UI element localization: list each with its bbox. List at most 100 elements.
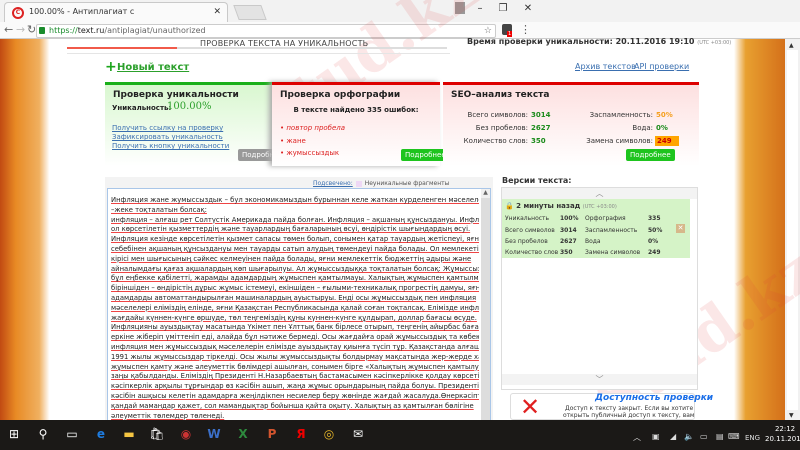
chrome-icon[interactable]: ◎	[320, 427, 338, 441]
bookmark-star-icon[interactable]: ☆	[484, 25, 492, 37]
text-line: инфляция мен жұмыссыздық мәселелерін елі…	[111, 342, 479, 351]
word-icon[interactable]: W	[205, 427, 223, 441]
get-link-link[interactable]: Получить ссылку на проверку	[112, 124, 223, 132]
text-line: адамдарды автоматтандырылған машиналарды…	[111, 293, 477, 302]
delete-version-icon[interactable]: ✕	[676, 224, 685, 233]
seo-more-button[interactable]: Подробнее	[626, 149, 675, 161]
text-line: бұл еңбекке қабілетті, жарамды адамдарды…	[111, 274, 479, 283]
spelling-panel: Проверка орфографии В тексте найдено 335…	[272, 82, 450, 166]
uniqueness-title: Проверка уникальности	[113, 90, 239, 100]
spelling-error[interactable]: • жане	[280, 137, 306, 145]
search-icon[interactable]: ⚲	[34, 427, 52, 441]
back-icon[interactable]: ←	[4, 22, 13, 38]
tray-app-icon[interactable]: ▣	[652, 432, 660, 441]
text-line: кірісі мен шығысының сәйкес келмеуінен п…	[111, 254, 472, 263]
volume-icon[interactable]: 🔈	[684, 432, 694, 441]
new-text-link[interactable]: Новый текст	[117, 62, 189, 73]
new-tab-button[interactable]	[233, 5, 267, 20]
keyboard-icon[interactable]: ⌨	[728, 432, 740, 441]
check-time: Время проверки уникальности: 20.11.2016 …	[467, 37, 731, 46]
versions-up-icon[interactable]: ︿	[502, 188, 697, 199]
powerpoint-icon[interactable]: P	[263, 427, 281, 441]
text-line: ол көрсетілетін қызметтердің және тауарл…	[111, 225, 471, 234]
text-line: Инфляция жане жумыссыздык – бул экономик…	[111, 196, 479, 204]
notifications-icon[interactable]: ▤	[716, 432, 724, 441]
spelling-title: Проверка орфографии	[280, 90, 401, 100]
scroll-down-icon[interactable]: ▼	[789, 412, 794, 419]
tab-title: 100.00% - Антиплагиат с	[29, 7, 135, 16]
text-scroll-up-icon[interactable]: ▲	[481, 189, 490, 198]
spelling-error[interactable]: • повтор пробела	[280, 124, 345, 132]
spelling-summary: В тексте найдено 335 ошибок:	[293, 106, 419, 114]
task-view-icon[interactable]: ▭	[63, 427, 81, 441]
store-icon[interactable]: 🛍	[148, 427, 166, 441]
reload-icon[interactable]: ↻	[27, 22, 36, 38]
v-uniq: 100%	[560, 215, 579, 222]
v-uniq-label: Уникальность	[505, 215, 550, 222]
site-favicon-icon: C	[12, 7, 24, 19]
network-icon[interactable]: ◢	[670, 432, 676, 441]
yandex-icon[interactable]: Я	[292, 427, 310, 441]
tray-chevron-icon[interactable]: ︿	[633, 432, 641, 443]
v-spam-label: Заспамленность	[585, 227, 638, 234]
v-spell-label: Орфография	[585, 215, 626, 222]
text-line: –жеке тоқталатын болсақ:	[111, 205, 207, 214]
seo-title: SEO–анализ текста	[451, 90, 550, 100]
explorer-icon[interactable]: ▬	[120, 427, 138, 441]
v-water-label: Вода	[585, 238, 601, 245]
seo-panel: SEO–анализ текста Всего символов: 3014 Б…	[443, 82, 699, 166]
v-spam: 50%	[648, 227, 663, 234]
battery-icon[interactable]: ▭	[700, 432, 708, 441]
legend-label: Неуникальные фрагменты	[364, 180, 450, 187]
tab-close-icon[interactable]: ✕	[213, 3, 221, 21]
close-window-button[interactable]: ✕	[518, 3, 538, 14]
archive-link[interactable]: Архив текстов	[575, 62, 636, 71]
menu-icon[interactable]: ⋮	[520, 22, 531, 38]
text-area[interactable]: Инфляция жане жумыссыздык – бул экономик…	[107, 188, 491, 428]
check-time-value: 20.11.2016 19:10	[615, 37, 695, 46]
app-icon[interactable]: ◉	[177, 427, 195, 441]
url-host: text.ru	[77, 26, 105, 35]
forward-icon[interactable]: →	[16, 22, 25, 38]
highlight-legend: Подсвечено: Неуникальные фрагменты	[313, 180, 449, 187]
seo-spam-label: Заспамленность:	[589, 111, 653, 119]
check-time-tz: (UTC +03:00)	[697, 40, 732, 46]
language-indicator[interactable]: ENG	[745, 434, 760, 442]
progress-fill	[67, 47, 178, 49]
lock-icon	[39, 27, 45, 34]
text-line: Инфляция кезінде көрсетілетін қызмет сап…	[111, 235, 479, 244]
fix-uniqueness-link[interactable]: Зафиксировать уникальность	[112, 133, 223, 141]
get-button-link[interactable]: Получить кнопку уникальности	[112, 142, 229, 150]
uniqueness-value: 100.00%	[167, 101, 212, 112]
browser-tab[interactable]: C 100.00% - Антиплагиат с ✕	[4, 2, 228, 22]
api-link[interactable]: API проверки	[634, 62, 689, 71]
edge-icon[interactable]: e	[92, 427, 110, 441]
v-nospace-label: Без пробелов	[505, 238, 548, 245]
v-replace: 249	[648, 249, 661, 256]
seo-replace: 249	[655, 136, 679, 146]
text-scrollbar[interactable]	[481, 189, 490, 424]
text-line: айналымдағы қағаз ақшалардың көп шығарыл…	[111, 264, 479, 273]
page-scrollbar-thumb[interactable]	[787, 50, 798, 410]
v-spell: 335	[648, 215, 661, 222]
excel-icon[interactable]: X	[234, 427, 252, 441]
spelling-error[interactable]: • жумыссыздык	[280, 149, 339, 157]
versions-title: Версии текста:	[502, 176, 572, 185]
seo-nospace-label: Без пробелов:	[475, 124, 528, 132]
restore-button[interactable]: ❐	[493, 3, 513, 14]
seo-spam: 50%	[656, 111, 673, 119]
mail-icon[interactable]: ✉	[349, 427, 367, 441]
text-line: жағдайы күннен-күнге өршуде, төл теңгемі…	[111, 313, 477, 322]
version-entry[interactable]: 🔒 2 минуты назад (UTC +03:00) Уникальнос…	[502, 199, 690, 258]
seo-total: 3014	[531, 111, 551, 119]
v-water: 0%	[648, 238, 659, 245]
clock[interactable]: 22:12 20.11.2016	[765, 424, 800, 444]
check-time-label: Время проверки уникальности:	[467, 37, 613, 46]
v-total: 3014	[560, 227, 577, 234]
text-line: кәсібін ашқысы келетін адамдарға жеңілді…	[111, 391, 479, 400]
scroll-up-icon[interactable]: ▲	[789, 42, 794, 49]
v-words: 350	[560, 249, 573, 256]
versions-down-icon[interactable]: ﹀	[502, 374, 697, 385]
uniqueness-label: Уникальность:	[112, 104, 172, 112]
start-icon[interactable]: ⊞	[5, 427, 23, 441]
